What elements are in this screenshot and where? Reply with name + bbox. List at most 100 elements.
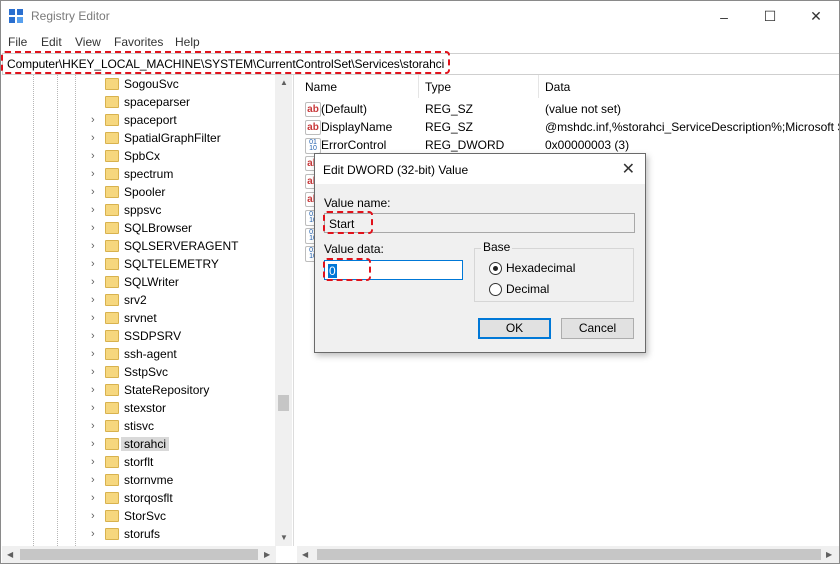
tree-item-label[interactable]: SstpSvc — [124, 365, 168, 379]
tree-item-label[interactable]: srvnet — [124, 311, 157, 325]
chevron-right-icon[interactable]: › — [91, 186, 95, 198]
tree-hscroll-thumb[interactable] — [20, 549, 258, 560]
tree-item[interactable]: › SQLSERVERAGENT — [2, 237, 274, 255]
decimal-label[interactable]: Decimal — [506, 282, 549, 296]
chevron-right-icon[interactable]: › — [91, 384, 95, 396]
tree-item-label[interactable]: ssh-agent — [124, 347, 177, 361]
tree-item[interactable]: › SQLTELEMETRY — [2, 255, 274, 273]
tree-item-label[interactable]: stornvme — [124, 473, 173, 487]
chevron-right-icon[interactable]: › — [91, 276, 95, 288]
tree-item[interactable]: › SpbCx — [2, 147, 274, 165]
menu-view[interactable]: View — [75, 35, 101, 49]
hexadecimal-radio[interactable] — [489, 262, 502, 275]
column-separator[interactable] — [538, 75, 539, 98]
chevron-right-icon[interactable]: › — [91, 456, 95, 468]
chevron-right-icon[interactable]: › — [91, 150, 95, 162]
tree-item[interactable]: › stornvme — [2, 471, 274, 489]
value-row[interactable]: ab DisplayName REG_SZ @mshdc.inf,%storahci_… — [297, 117, 839, 136]
tree-item[interactable]: › SpatialGraphFilter — [2, 129, 274, 147]
chevron-right-icon[interactable]: › — [91, 474, 95, 486]
tree-item[interactable]: › spectrum — [2, 165, 274, 183]
menu-file[interactable]: File — [8, 35, 27, 49]
tree-item-label[interactable]: StateRepository — [124, 383, 209, 397]
tree-item-label[interactable]: SpbCx — [124, 149, 160, 163]
chevron-right-icon[interactable]: › — [91, 240, 95, 252]
scroll-left-arrow[interactable]: ◀ — [302, 550, 308, 559]
tree-item[interactable]: spaceparser — [2, 93, 274, 111]
tree-item[interactable]: › SQLWriter — [2, 273, 274, 291]
cancel-button[interactable]: Cancel — [561, 318, 634, 339]
value-row[interactable]: ab (Default) REG_SZ (value not set) — [297, 99, 839, 118]
chevron-right-icon[interactable]: › — [91, 222, 95, 234]
tree-item-label[interactable]: SogouSvc — [124, 77, 179, 91]
dialog-close-icon[interactable]: ✕ — [622, 159, 635, 179]
tree-item-label[interactable]: StorSvc — [124, 509, 166, 523]
tree-item[interactable]: › Spooler — [2, 183, 274, 201]
tree-item-label[interactable]: stisvc — [124, 419, 154, 433]
close-button[interactable]: ✕ — [793, 1, 839, 32]
value-row[interactable]: 01 10 ErrorControl REG_DWORD 0x00000003 (3) — [297, 135, 839, 154]
chevron-right-icon[interactable]: › — [91, 366, 95, 378]
chevron-right-icon[interactable]: › — [91, 330, 95, 342]
tree-item-label[interactable]: storahci — [121, 437, 170, 451]
tree-item-label[interactable]: stexstor — [124, 401, 166, 415]
tree-item[interactable]: › spaceport — [2, 111, 274, 129]
tree-item-label[interactable]: storflt — [124, 455, 153, 469]
scroll-up-arrow[interactable]: ▲ — [280, 78, 288, 87]
list-horizontal-scrollbar[interactable]: ◀ ▶ — [297, 546, 839, 563]
chevron-right-icon[interactable]: › — [91, 510, 95, 522]
chevron-right-icon[interactable]: › — [91, 312, 95, 324]
tree-item[interactable]: › srvnet — [2, 309, 274, 327]
chevron-right-icon[interactable]: › — [91, 348, 95, 360]
scroll-right-arrow[interactable]: ▶ — [826, 550, 832, 559]
tree-item-label[interactable]: SQLSERVERAGENT — [124, 239, 238, 253]
tree-item[interactable]: › stexstor — [2, 399, 274, 417]
tree-item-label[interactable]: SQLTELEMETRY — [124, 257, 219, 271]
chevron-right-icon[interactable]: › — [91, 132, 95, 144]
tree-item[interactable]: › StorSvc — [2, 507, 274, 525]
maximize-button[interactable]: ☐ — [747, 1, 793, 32]
tree-item-label[interactable]: sppsvc — [124, 203, 161, 217]
chevron-right-icon[interactable]: › — [91, 114, 95, 126]
hexadecimal-label[interactable]: Hexadecimal — [506, 261, 575, 275]
tree-item-label[interactable]: Spooler — [124, 185, 165, 199]
scroll-left-arrow[interactable]: ◀ — [7, 550, 13, 559]
tree-item[interactable]: › storahci — [2, 435, 274, 453]
tree-item[interactable]: › sppsvc — [2, 201, 274, 219]
list-hscroll-thumb[interactable] — [317, 549, 821, 560]
tree-item-label[interactable]: SpatialGraphFilter — [124, 131, 221, 145]
minimize-button[interactable]: – — [701, 1, 747, 32]
chevron-right-icon[interactable]: › — [91, 168, 95, 180]
tree-item-label[interactable]: spaceport — [124, 113, 177, 127]
menu-favorites[interactable]: Favorites — [114, 35, 163, 49]
tree-item-label[interactable]: spectrum — [124, 167, 173, 181]
chevron-right-icon[interactable]: › — [91, 204, 95, 216]
tree-item[interactable]: › srv2 — [2, 291, 274, 309]
menu-edit[interactable]: Edit — [41, 35, 62, 49]
tree-item[interactable]: › stisvc — [2, 417, 274, 435]
scroll-right-arrow[interactable]: ▶ — [264, 550, 270, 559]
tree-item-label[interactable]: storqosflt — [124, 491, 173, 505]
tree-item[interactable]: › StateRepository — [2, 381, 274, 399]
tree-horizontal-scrollbar[interactable]: ◀ ▶ — [2, 546, 276, 563]
chevron-right-icon[interactable]: › — [91, 402, 95, 414]
chevron-right-icon[interactable]: › — [91, 492, 95, 504]
tree-item-label[interactable]: SQLWriter — [124, 275, 179, 289]
tree-item[interactable]: SogouSvc — [2, 75, 274, 93]
chevron-right-icon[interactable]: › — [91, 420, 95, 432]
tree-vertical-scrollbar[interactable]: ▲ ▼ — [275, 75, 292, 546]
tree-item-label[interactable]: srv2 — [124, 293, 147, 307]
tree-item[interactable]: › SstpSvc — [2, 363, 274, 381]
tree-item[interactable]: › storufs — [2, 525, 274, 543]
tree-scroll-thumb[interactable] — [278, 395, 289, 411]
tree-item-label[interactable]: spaceparser — [124, 95, 190, 109]
column-separator[interactable] — [418, 75, 419, 98]
tree-item[interactable]: › storqosflt — [2, 489, 274, 507]
tree-item[interactable]: › SQLBrowser — [2, 219, 274, 237]
menu-help[interactable]: Help — [175, 35, 200, 49]
chevron-right-icon[interactable]: › — [91, 438, 95, 450]
chevron-right-icon[interactable]: › — [91, 258, 95, 270]
decimal-radio[interactable] — [489, 283, 502, 296]
tree-item-label[interactable]: storufs — [124, 527, 160, 541]
ok-button[interactable]: OK — [478, 318, 551, 339]
